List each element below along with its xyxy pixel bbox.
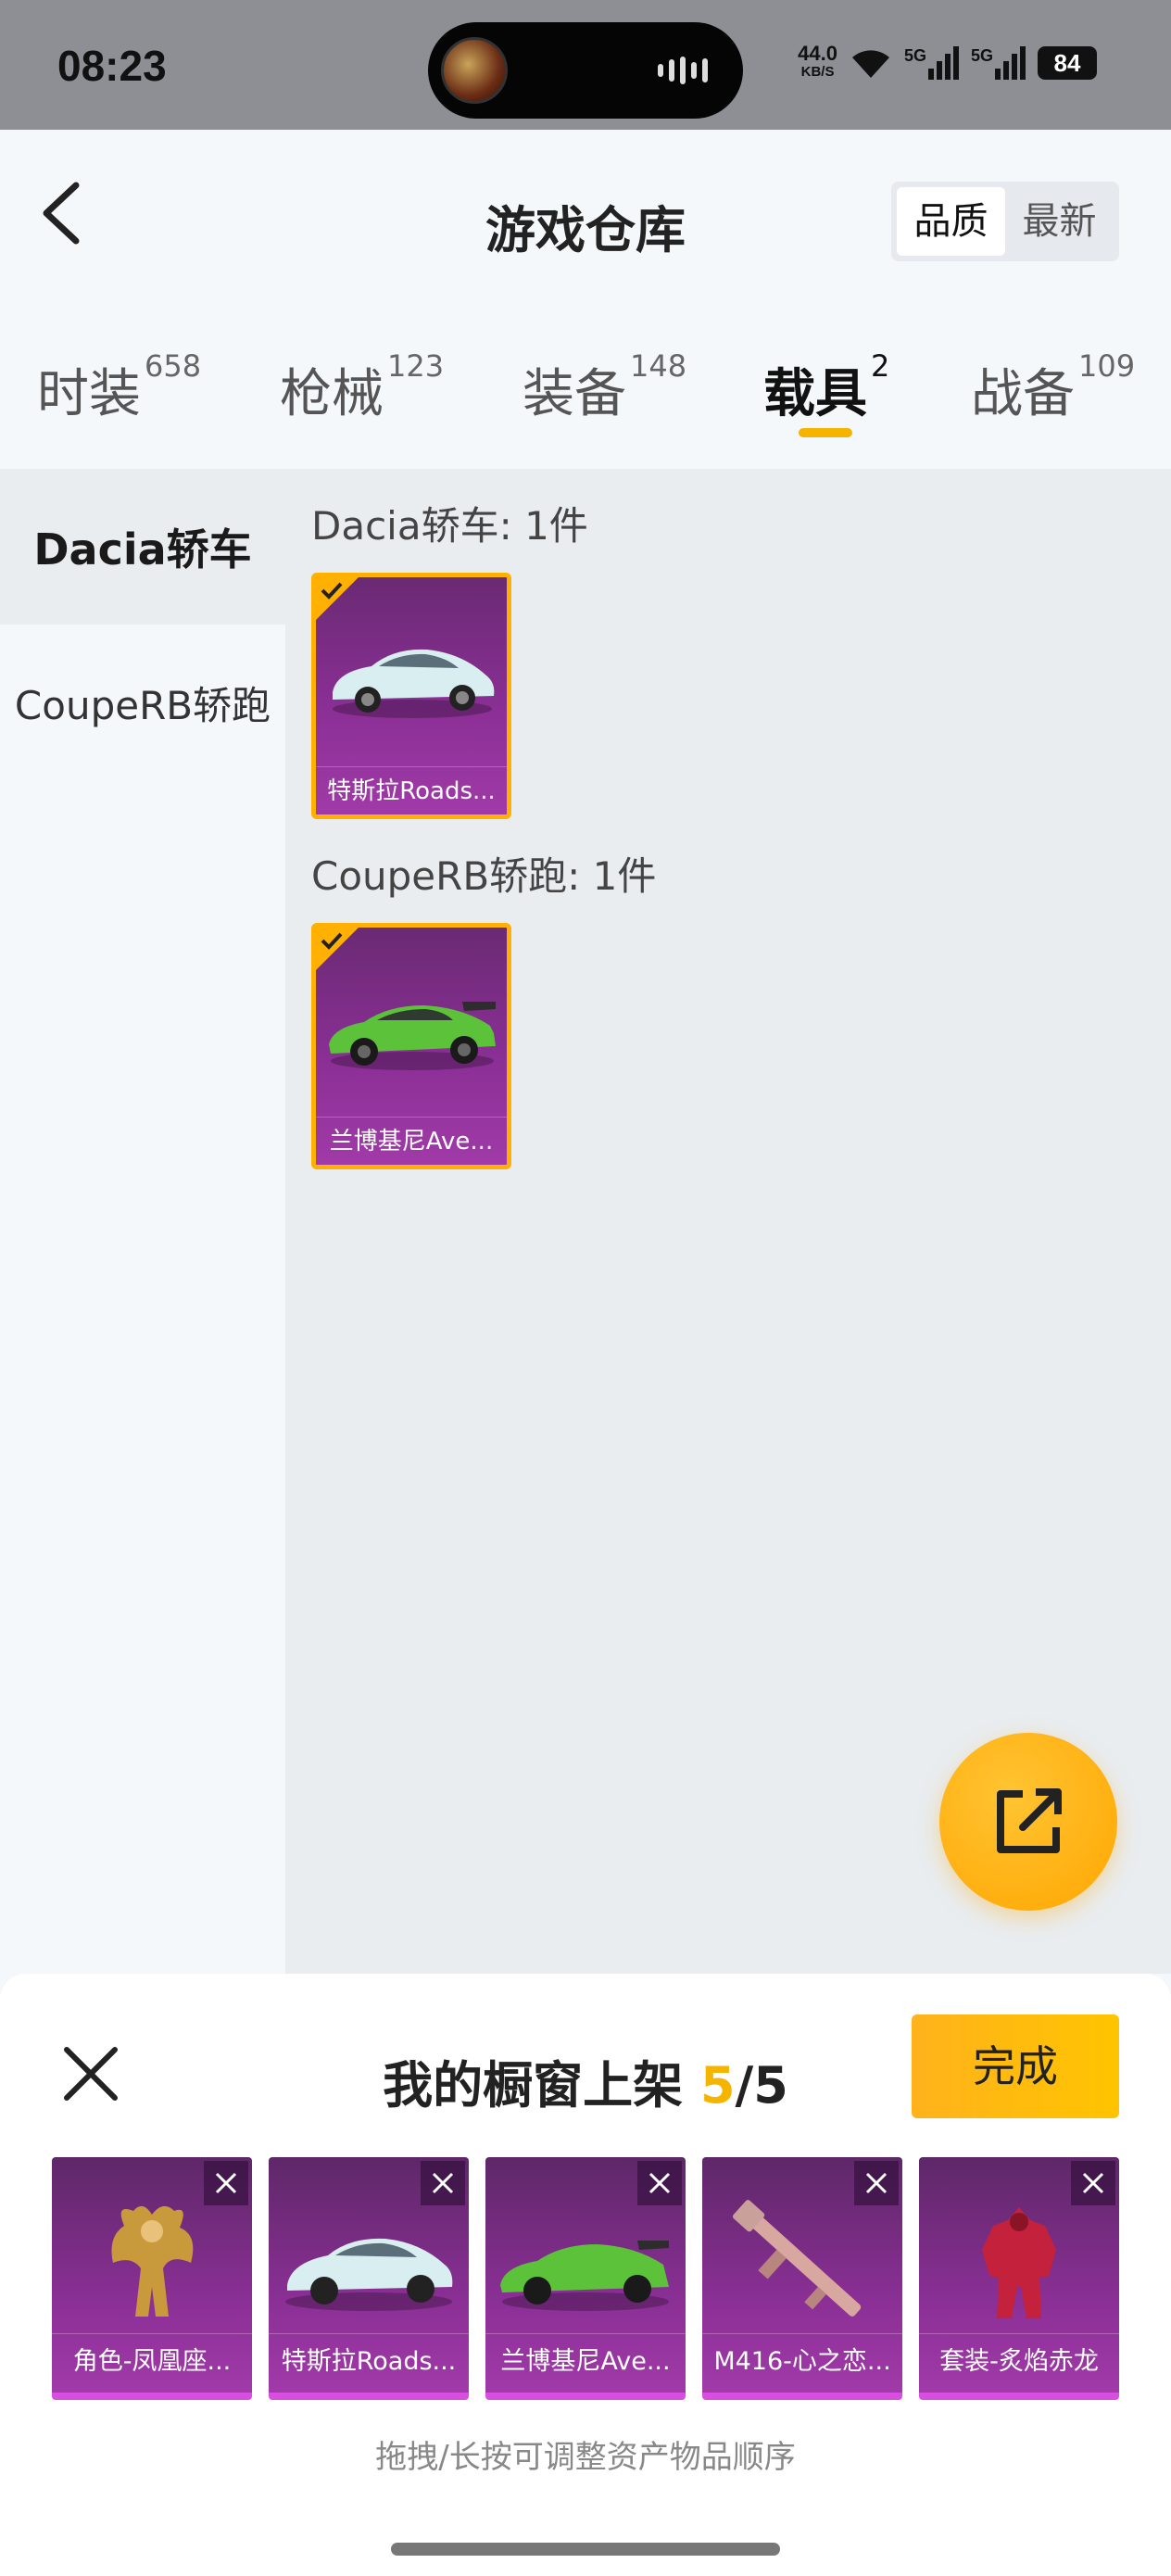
phoenix-character-icon bbox=[111, 2205, 194, 2317]
page-header: 游戏仓库 品质 最新 bbox=[0, 130, 1171, 315]
battery-icon: 84 bbox=[1038, 46, 1097, 80]
remove-icon[interactable] bbox=[1071, 2161, 1115, 2205]
showcase-slot-5[interactable]: 套装-炙焰赤龙 bbox=[919, 2157, 1119, 2400]
active-tab-indicator bbox=[799, 428, 852, 437]
rifle-icon bbox=[732, 2200, 862, 2317]
audio-wave-icon bbox=[658, 56, 713, 85]
game-app-icon bbox=[441, 37, 508, 104]
remove-icon[interactable] bbox=[637, 2161, 682, 2205]
category-tabs: 时装 658 枪械 123 装备 148 载具 2 战备 109 bbox=[0, 343, 1171, 469]
sidebar-item-dacia[interactable]: Dacia轿车 bbox=[0, 469, 285, 625]
tab-supplies[interactable]: 战备 109 bbox=[971, 348, 1135, 427]
showcase-shelf: 角色-凤凰座... 特斯拉Roads... 兰博基尼Ave... M416-心之… bbox=[52, 2157, 1119, 2400]
showcase-sheet: 我的橱窗上架 5/5 完成 角色-凤凰座... 特斯拉Roads... 兰博基尼… bbox=[0, 1974, 1171, 2576]
signal-2-icon: 5G bbox=[971, 46, 1026, 80]
white-car-icon bbox=[285, 2238, 453, 2311]
tab-vehicles[interactable]: 载具 2 bbox=[763, 348, 889, 427]
group-title-couperb: CoupeRB轿跑: 1件 bbox=[311, 853, 657, 899]
remove-icon[interactable] bbox=[204, 2161, 248, 2205]
showcase-slot-2[interactable]: 特斯拉Roads... bbox=[269, 2157, 469, 2400]
net-speed: 44.0 KB/S bbox=[798, 42, 837, 81]
status-bar: 08:23 44.0 KB/S 5G 5G 84 bbox=[0, 0, 1171, 130]
white-car-icon bbox=[333, 649, 495, 718]
status-time: 08:23 bbox=[57, 42, 167, 90]
green-car-icon bbox=[329, 1002, 496, 1070]
signal-1-icon: 5G bbox=[904, 46, 960, 80]
red-dragon-suit-icon bbox=[982, 2207, 1056, 2318]
status-indicators: 44.0 KB/S 5G 5G 84 bbox=[798, 44, 1097, 82]
showcase-slot-4[interactable]: M416-心之恋... bbox=[702, 2157, 902, 2400]
sort-toggle: 品质 最新 bbox=[891, 182, 1119, 261]
vehicle-card-lamborghini[interactable]: 兰博基尼Ave... bbox=[311, 923, 511, 1169]
wifi-icon bbox=[851, 50, 889, 78]
checkmark-icon bbox=[321, 932, 343, 950]
reorder-hint: 拖拽/长按可调整资产物品顺序 bbox=[375, 2439, 796, 2476]
vehicle-type-sidebar: Dacia轿车 CoupeRB轿跑 bbox=[0, 469, 285, 1974]
vehicle-name: 兰博基尼Ave... bbox=[316, 1117, 507, 1165]
slot-name: 特斯拉Roads... bbox=[269, 2333, 469, 2393]
slot-name: 角色-凤凰座... bbox=[52, 2333, 252, 2393]
done-button[interactable]: 完成 bbox=[912, 2014, 1119, 2118]
slot-name: 兰博基尼Ave... bbox=[485, 2333, 686, 2393]
tab-guns[interactable]: 枪械 123 bbox=[280, 348, 444, 427]
share-button[interactable] bbox=[939, 1733, 1117, 1911]
vehicle-name: 特斯拉Roads... bbox=[316, 766, 507, 814]
group-title-dacia: Dacia轿车: 1件 bbox=[311, 503, 588, 549]
remove-icon[interactable] bbox=[421, 2161, 465, 2205]
tab-equipment[interactable]: 装备 148 bbox=[523, 348, 686, 427]
home-indicator[interactable] bbox=[391, 2543, 780, 2556]
sort-quality-button[interactable]: 品质 bbox=[897, 187, 1005, 256]
dynamic-island bbox=[428, 22, 743, 119]
share-external-icon bbox=[997, 1788, 1062, 1853]
slot-name: M416-心之恋... bbox=[702, 2333, 902, 2393]
selected-count: 5 bbox=[699, 2056, 736, 2115]
checkmark-icon bbox=[321, 582, 343, 600]
sidebar-item-couperb[interactable]: CoupeRB轿跑 bbox=[0, 625, 285, 780]
sort-newest-button[interactable]: 最新 bbox=[1005, 187, 1114, 256]
showcase-slot-1[interactable]: 角色-凤凰座... bbox=[52, 2157, 252, 2400]
tab-fashion[interactable]: 时装 658 bbox=[37, 348, 201, 427]
showcase-slot-3[interactable]: 兰博基尼Ave... bbox=[485, 2157, 686, 2400]
remove-icon[interactable] bbox=[854, 2161, 899, 2205]
vehicle-card-tesla[interactable]: 特斯拉Roads... bbox=[311, 573, 511, 819]
slot-name: 套装-炙焰赤龙 bbox=[919, 2333, 1119, 2393]
green-car-icon bbox=[500, 2241, 669, 2311]
